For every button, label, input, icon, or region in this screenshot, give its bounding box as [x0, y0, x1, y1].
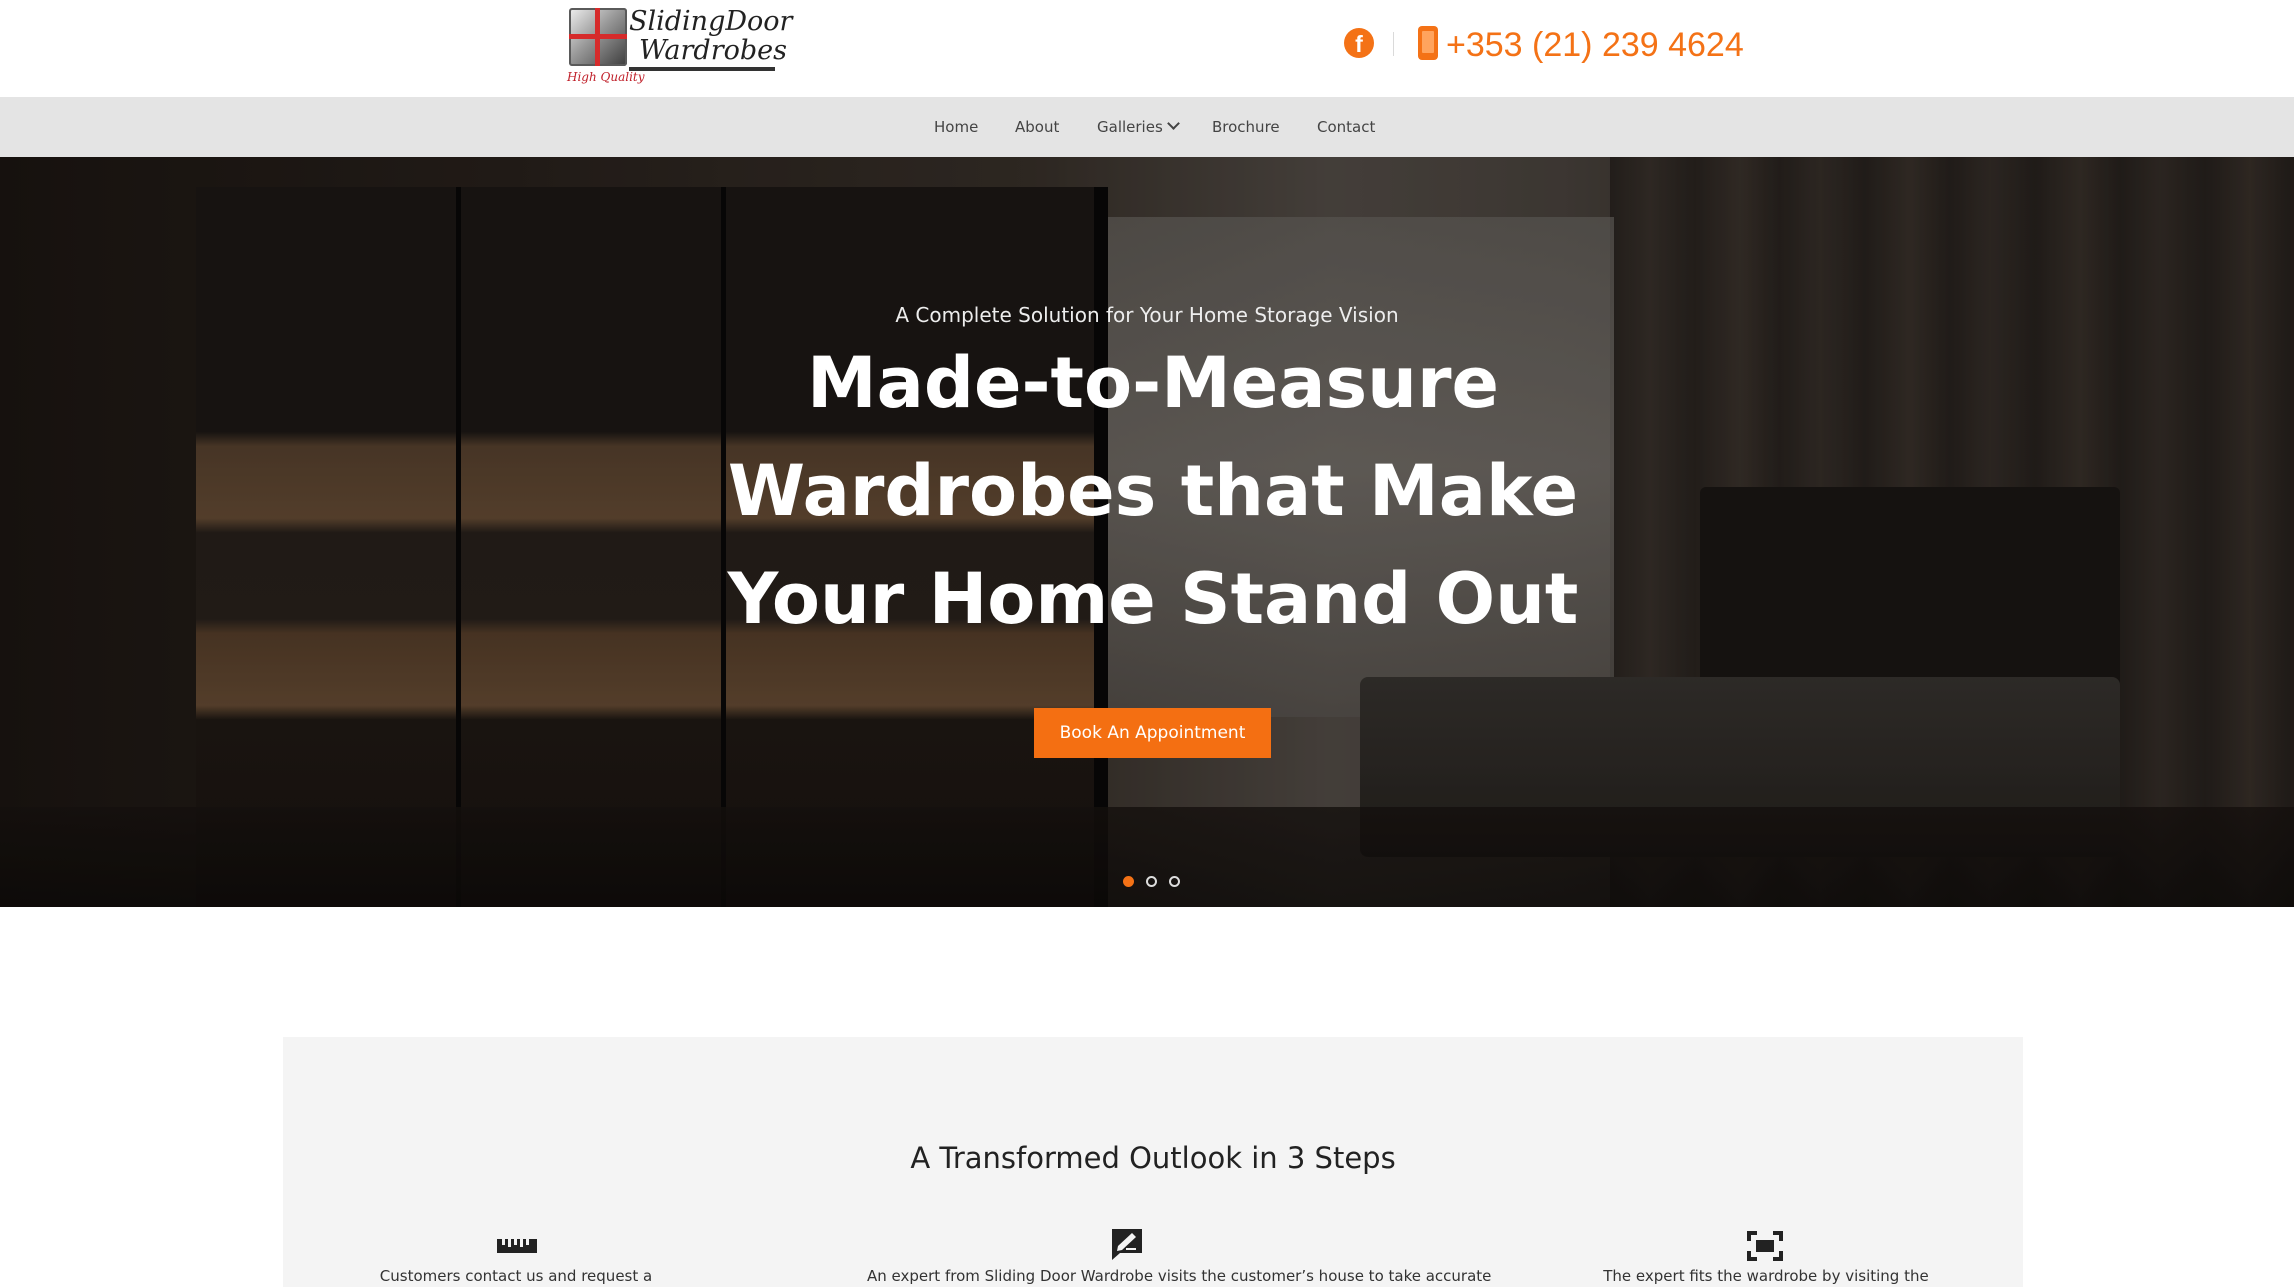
expand-icon [1747, 1231, 1783, 1265]
nav-item-brochure[interactable]: Brochure [1212, 97, 1280, 157]
slider-dot-1[interactable] [1123, 876, 1134, 887]
step-2-text: An expert from Sliding Door Wardrobe vis… [867, 1267, 1492, 1285]
hero-subtitle: A Complete Solution for Your Home Storag… [895, 303, 1399, 327]
book-appointment-button[interactable]: Book An Appointment [1034, 708, 1271, 758]
logo-tagline: High Quality [567, 70, 645, 84]
main-nav: Home About Galleries Brochure Contact [0, 97, 2294, 157]
steps-section: A Transformed Outlook in 3 Steps Custome… [283, 1037, 2023, 1287]
facebook-icon[interactable]: f [1344, 28, 1374, 58]
hero-slider: A Complete Solution for Your Home Storag… [0, 157, 2294, 907]
phone-number-link[interactable]: +353 (21) 239 4624 [1446, 26, 1744, 64]
signature-icon [1110, 1227, 1144, 1265]
hero-title-line: Wardrobes that Make [727, 450, 1579, 532]
chevron-down-icon [1166, 117, 1180, 130]
ruler-icon [496, 1233, 538, 1259]
logo-text-line1: SlidingDoor [629, 6, 793, 37]
nav-item-about[interactable]: About [1015, 97, 1059, 157]
logo-underline [629, 67, 775, 71]
step-1-text: Customers contact us and request a [379, 1267, 653, 1285]
hero-title-line: Your Home Stand Out [727, 558, 1579, 640]
site-header: SlidingDoor Wardrobes High Quality f +35… [0, 0, 2294, 97]
nav-item-contact[interactable]: Contact [1317, 97, 1375, 157]
hero-title-line: Made-to-Measure [806, 342, 1499, 424]
logo-text-line2: Wardrobes [639, 35, 787, 66]
slider-dot-3[interactable] [1169, 876, 1180, 887]
step-3-text: The expert fits the wardrobe by visiting… [1603, 1267, 1929, 1285]
phone-icon [1418, 26, 1438, 60]
nav-item-home[interactable]: Home [934, 97, 978, 157]
hero-title: Made-to-Measure Wardrobes that Make Your… [0, 329, 2294, 653]
header-divider [1393, 32, 1394, 56]
slider-dot-2[interactable] [1146, 876, 1157, 887]
logo-mark [569, 8, 627, 66]
nav-item-galleries[interactable]: Galleries [1097, 97, 1180, 157]
steps-title: A Transformed Outlook in 3 Steps [910, 1141, 1396, 1175]
site-logo[interactable]: SlidingDoor Wardrobes High Quality [567, 4, 792, 88]
nav-item-galleries-label: Galleries [1097, 118, 1163, 136]
